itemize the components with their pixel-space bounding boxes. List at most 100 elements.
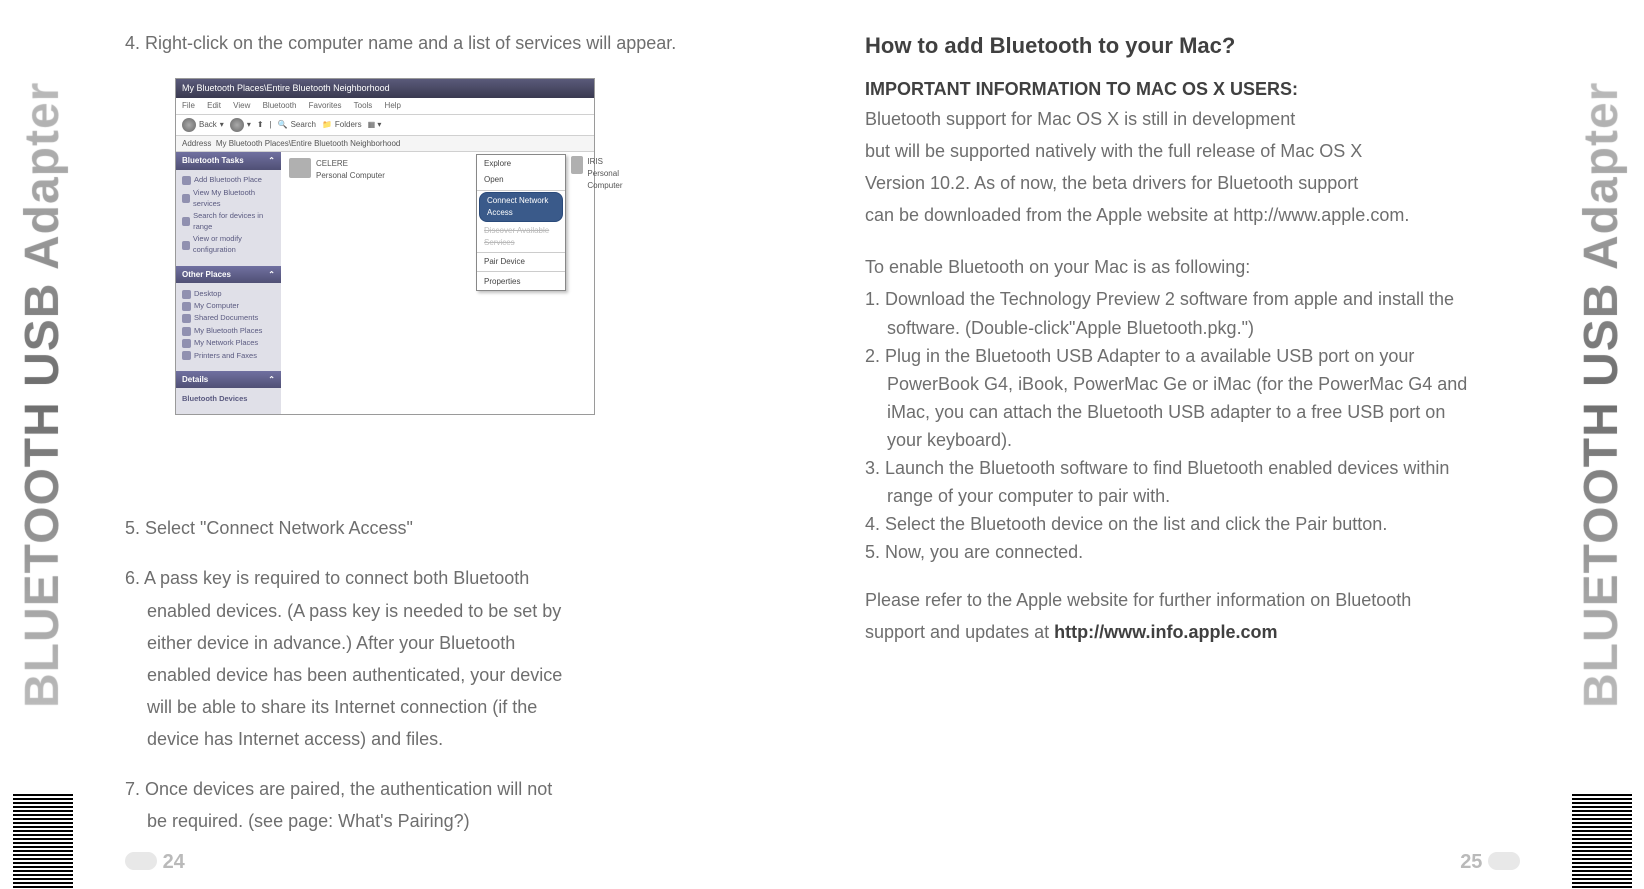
xp-main: CELERE Personal Computer Explore Open Co…: [281, 152, 594, 414]
device-1[interactable]: CELERE Personal Computer: [289, 158, 385, 408]
xp-address-label: Address: [182, 139, 211, 148]
xp-back-label: Back: [199, 119, 217, 131]
ctx-explore[interactable]: Explore: [477, 155, 565, 172]
xp-menu-view[interactable]: View: [233, 101, 250, 110]
step-6-l1: 6. A pass key is required to connect bot…: [125, 565, 785, 591]
task-config-label: View or modify configuration: [193, 234, 275, 256]
xp-address-bar: Address My Bluetooth Places\Entire Bluet…: [176, 136, 594, 153]
device-2[interactable]: IRIS Personal Computer: [571, 156, 630, 191]
ctx-open[interactable]: Open: [477, 172, 565, 189]
ctx-pair-device[interactable]: Pair Device: [477, 254, 565, 271]
details-value: Bluetooth Devices: [182, 394, 275, 405]
other-shared-label: Shared Documents: [194, 313, 258, 324]
view-icon: [182, 194, 190, 203]
xp-address-value[interactable]: My Bluetooth Places\Entire Bluetooth Nei…: [216, 139, 401, 148]
xp-menu-bluetooth[interactable]: Bluetooth: [263, 101, 297, 110]
step-4: 4. Right-click on the computer name and …: [125, 30, 785, 56]
apple-info-url: http://www.info.apple.com: [1054, 622, 1277, 642]
li2-l3: iMac, you can attach the Bluetooth USB a…: [865, 399, 1520, 425]
xp-search-button[interactable]: 🔍 Search: [278, 119, 316, 131]
ctx-discover-services[interactable]: Discover Available Services: [477, 223, 565, 251]
xp-panel-details-body: Bluetooth Devices: [176, 388, 281, 414]
xp-toolbar: Back ▾ ▾ ⬆ | 🔍 Search 📁 Folders ▦ ▾: [176, 115, 594, 136]
p1-l2: but will be supported natively with the …: [865, 138, 1520, 164]
other-network-label: My Network Places: [194, 338, 258, 349]
xp-panel-tasks-label: Bluetooth Tasks: [182, 155, 244, 167]
li2-l2: PowerBook G4, iBook, PowerMac Ge or iMac…: [865, 371, 1520, 397]
config-icon: [182, 241, 190, 250]
xp-panel-details-header[interactable]: Details⌃: [176, 371, 281, 389]
right-page: How to add Bluetooth to your Mac? IMPORT…: [825, 0, 1560, 889]
search-task-icon: [182, 217, 190, 226]
xp-back-button[interactable]: Back ▾: [182, 118, 224, 132]
xp-forward-button[interactable]: ▾: [230, 118, 251, 132]
step-6-l3: either device in advance.) After your Bl…: [125, 630, 785, 656]
xp-menu-help[interactable]: Help: [385, 101, 401, 110]
network-icon: [182, 339, 191, 348]
computer-icon: [571, 156, 583, 174]
other-printers-label: Printers and Faxes: [194, 351, 257, 362]
li3-l2: range of your computer to pair with.: [865, 483, 1520, 509]
task-view[interactable]: View My Bluetooth services: [182, 188, 275, 210]
step-6-l6: device has Internet access) and files.: [125, 726, 785, 752]
xp-menu-favorites[interactable]: Favorites: [309, 101, 342, 110]
side-label-right: BLUETOOTH USB Adapter: [1574, 0, 1629, 790]
bt-icon: [182, 327, 191, 336]
left-side-band: BLUETOOTH USB Adapter: [0, 0, 85, 889]
p1-l4: can be downloaded from the Apple website…: [865, 202, 1520, 228]
task-search[interactable]: Search for devices in range: [182, 211, 275, 233]
p3-l2-text: support and updates at: [865, 622, 1054, 642]
device-1-name: CELERE: [316, 158, 385, 170]
xp-panel-tasks-header[interactable]: Bluetooth Tasks⌃: [176, 152, 281, 170]
xp-folders-label: Folders: [335, 119, 362, 131]
li4: 4. Select the Bluetooth device on the li…: [865, 511, 1520, 537]
p1-l3: Version 10.2. As of now, the beta driver…: [865, 170, 1520, 196]
device-2-type: Personal Computer: [587, 168, 630, 191]
left-page: 4. Right-click on the computer name and …: [85, 0, 825, 889]
xp-panel-other-body: Desktop My Computer Shared Documents My …: [176, 283, 281, 371]
xp-search-label: Search: [291, 119, 316, 131]
add-icon: [182, 176, 191, 185]
xp-menu-edit[interactable]: Edit: [207, 101, 221, 110]
xp-up-button[interactable]: ⬆: [257, 119, 264, 131]
other-desktop[interactable]: Desktop: [182, 289, 275, 300]
device-1-type: Personal Computer: [316, 170, 385, 182]
xp-menubar: File Edit View Bluetooth Favorites Tools…: [176, 98, 594, 115]
xp-titlebar: My Bluetooth Places\Entire Bluetooth Nei…: [176, 79, 594, 98]
xp-window: My Bluetooth Places\Entire Bluetooth Nei…: [175, 78, 595, 415]
ctx-connect-network-access[interactable]: Connect Network Access: [479, 192, 563, 222]
task-config[interactable]: View or modify configuration: [182, 234, 275, 256]
p3-l1: Please refer to the Apple website for fu…: [865, 587, 1520, 613]
step-6-l4: enabled device has been authenticated, y…: [125, 662, 785, 688]
collapse-icon: ⌃: [268, 374, 275, 386]
li1-l1: 1. Download the Technology Preview 2 sof…: [865, 286, 1520, 312]
other-network[interactable]: My Network Places: [182, 338, 275, 349]
other-mycomputer[interactable]: My Computer: [182, 301, 275, 312]
important-heading: IMPORTANT INFORMATION TO MAC OS X USERS:: [865, 76, 1520, 102]
xp-views-button[interactable]: ▦ ▾: [368, 119, 382, 131]
step-6-l5: will be able to share its Internet conne…: [125, 694, 785, 720]
other-printers[interactable]: Printers and Faxes: [182, 351, 275, 362]
xp-sidebar: Bluetooth Tasks⌃ Add Bluetooth Place Vie…: [176, 152, 281, 414]
li2-l4: your keyboard).: [865, 427, 1520, 453]
xp-menu-file[interactable]: File: [182, 101, 195, 110]
other-desktop-label: Desktop: [194, 289, 222, 300]
li2-l1: 2. Plug in the Bluetooth USB Adapter to …: [865, 343, 1520, 369]
xp-panel-other-header[interactable]: Other Places⌃: [176, 266, 281, 284]
other-mycomputer-label: My Computer: [194, 301, 239, 312]
xp-folders-button[interactable]: 📁 Folders: [322, 119, 362, 131]
collapse-icon: ⌃: [268, 269, 275, 281]
task-add[interactable]: Add Bluetooth Place: [182, 175, 275, 186]
other-shared[interactable]: Shared Documents: [182, 313, 275, 324]
back-icon: [182, 118, 196, 132]
device-2-name: IRIS: [587, 156, 630, 168]
li5: 5. Now, you are connected.: [865, 539, 1520, 565]
li1-l2: software. (Double-click"Apple Bluetooth.…: [865, 315, 1520, 341]
ctx-properties[interactable]: Properties: [477, 273, 565, 290]
step-5: 5. Select "Connect Network Access": [125, 515, 785, 541]
xp-body: Bluetooth Tasks⌃ Add Bluetooth Place Vie…: [176, 152, 594, 414]
xp-menu-tools[interactable]: Tools: [354, 101, 373, 110]
other-btplaces[interactable]: My Bluetooth Places: [182, 326, 275, 337]
right-heading: How to add Bluetooth to your Mac?: [865, 30, 1520, 62]
mycomputer-icon: [182, 302, 191, 311]
